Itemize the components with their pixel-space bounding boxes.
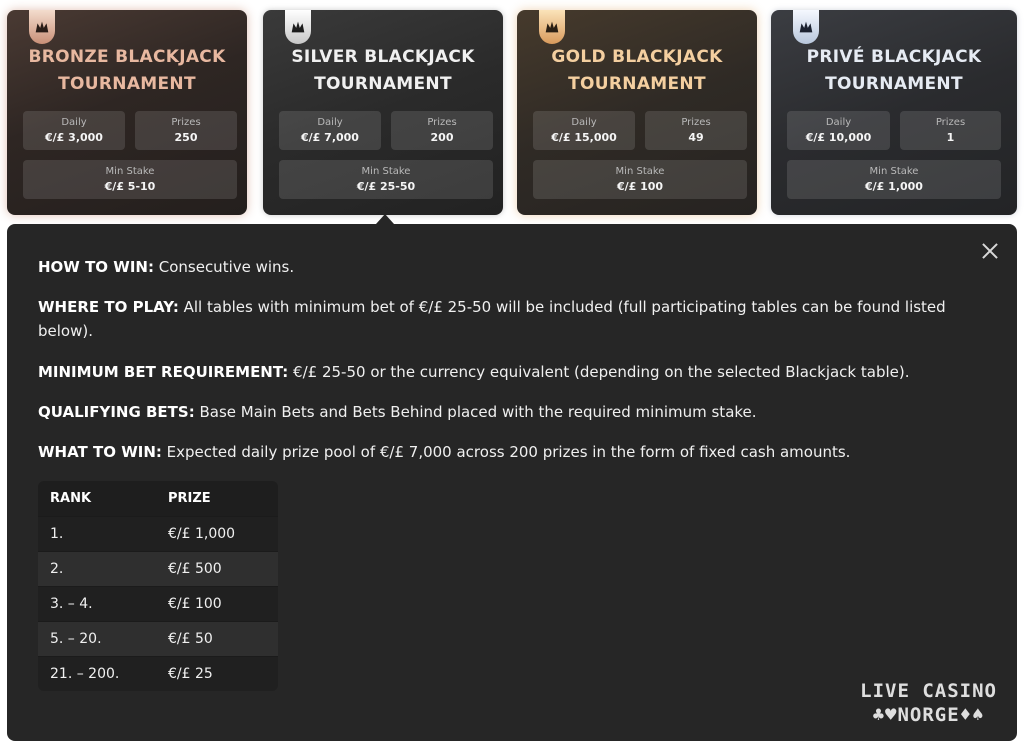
tournament-card-bronze[interactable]: BRONZE BLACKJACK TOURNAMENT Daily €/£ 3,… bbox=[7, 10, 247, 215]
prize-cell: €/£ 1,000 bbox=[156, 516, 278, 552]
prize-cell: €/£ 25 bbox=[156, 656, 278, 691]
daily-stat: Daily €/£ 15,000 bbox=[533, 111, 635, 150]
livecasino-norge-watermark: LIVE CASINO ♣♥NORGE♦♠ bbox=[860, 680, 997, 726]
rank-cell: 5. – 20. bbox=[38, 621, 156, 657]
rule-how-to-win: HOW TO WIN: Consecutive wins. bbox=[38, 258, 295, 276]
card-title: PRIVÉ BLACKJACK TOURNAMENT bbox=[806, 47, 982, 94]
rule-qualifying-bets: QUALIFYING BETS: Base Main Bets and Bets… bbox=[38, 403, 757, 421]
prizes-stat: Prizes 250 bbox=[135, 111, 237, 150]
tournament-card-gold[interactable]: GOLD BLACKJACK TOURNAMENT Daily €/£ 15,0… bbox=[517, 10, 757, 215]
crown-emblem-icon bbox=[793, 10, 819, 44]
prizes-stat: Prizes 200 bbox=[391, 111, 493, 150]
prize-cell: €/£ 500 bbox=[156, 551, 278, 587]
tournament-card-prive[interactable]: PRIVÉ BLACKJACK TOURNAMENT Daily €/£ 10,… bbox=[771, 10, 1017, 215]
rule-what-to-win: WHAT TO WIN: Expected daily prize pool o… bbox=[38, 443, 851, 461]
table-header-row: RANK PRIZE bbox=[38, 481, 278, 517]
rank-cell: 21. – 200. bbox=[38, 656, 156, 691]
table-row: 1. €/£ 1,000 bbox=[38, 516, 278, 552]
selected-card-pointer bbox=[376, 214, 394, 224]
crown-emblem-icon bbox=[539, 10, 565, 44]
crown-emblem-icon bbox=[29, 10, 55, 44]
rank-cell: 2. bbox=[38, 551, 156, 587]
prize-table: RANK PRIZE 1. €/£ 1,000 2. €/£ 500 3. – … bbox=[38, 481, 278, 691]
daily-stat: Daily €/£ 3,000 bbox=[23, 111, 125, 150]
tournament-card-silver[interactable]: SILVER BLACKJACK TOURNAMENT Daily €/£ 7,… bbox=[263, 10, 503, 215]
rank-header: RANK bbox=[38, 481, 156, 517]
min-stake-stat: Min Stake €/£ 100 bbox=[533, 160, 747, 199]
prize-cell: €/£ 50 bbox=[156, 621, 278, 657]
rank-cell: 1. bbox=[38, 516, 156, 552]
card-title: GOLD BLACKJACK TOURNAMENT bbox=[551, 47, 723, 94]
daily-stat: Daily €/£ 10,000 bbox=[787, 111, 890, 150]
tournament-details-panel: HOW TO WIN: Consecutive wins. WHERE TO P… bbox=[7, 224, 1017, 741]
min-stake-stat: Min Stake €/£ 5-10 bbox=[23, 160, 237, 199]
card-title: SILVER BLACKJACK TOURNAMENT bbox=[291, 47, 475, 94]
prize-cell: €/£ 100 bbox=[156, 586, 278, 622]
daily-stat: Daily €/£ 7,000 bbox=[279, 111, 381, 150]
rule-where-to-play: WHERE TO PLAY: All tables with minimum b… bbox=[38, 298, 946, 340]
table-row: 3. – 4. €/£ 100 bbox=[38, 586, 278, 622]
prizes-stat: Prizes 49 bbox=[645, 111, 747, 150]
table-row: 2. €/£ 500 bbox=[38, 551, 278, 587]
min-stake-stat: Min Stake €/£ 1,000 bbox=[787, 160, 1001, 199]
table-row: 21. – 200. €/£ 25 bbox=[38, 656, 278, 691]
table-row: 5. – 20. €/£ 50 bbox=[38, 621, 278, 657]
card-title: BRONZE BLACKJACK TOURNAMENT bbox=[28, 47, 226, 94]
prize-header: PRIZE bbox=[156, 481, 278, 517]
rule-minimum-bet: MINIMUM BET REQUIREMENT: €/£ 25-50 or th… bbox=[38, 363, 910, 381]
crown-emblem-icon bbox=[285, 10, 311, 44]
rank-cell: 3. – 4. bbox=[38, 586, 156, 622]
min-stake-stat: Min Stake €/£ 25-50 bbox=[279, 160, 493, 199]
prizes-stat: Prizes 1 bbox=[900, 111, 1001, 150]
